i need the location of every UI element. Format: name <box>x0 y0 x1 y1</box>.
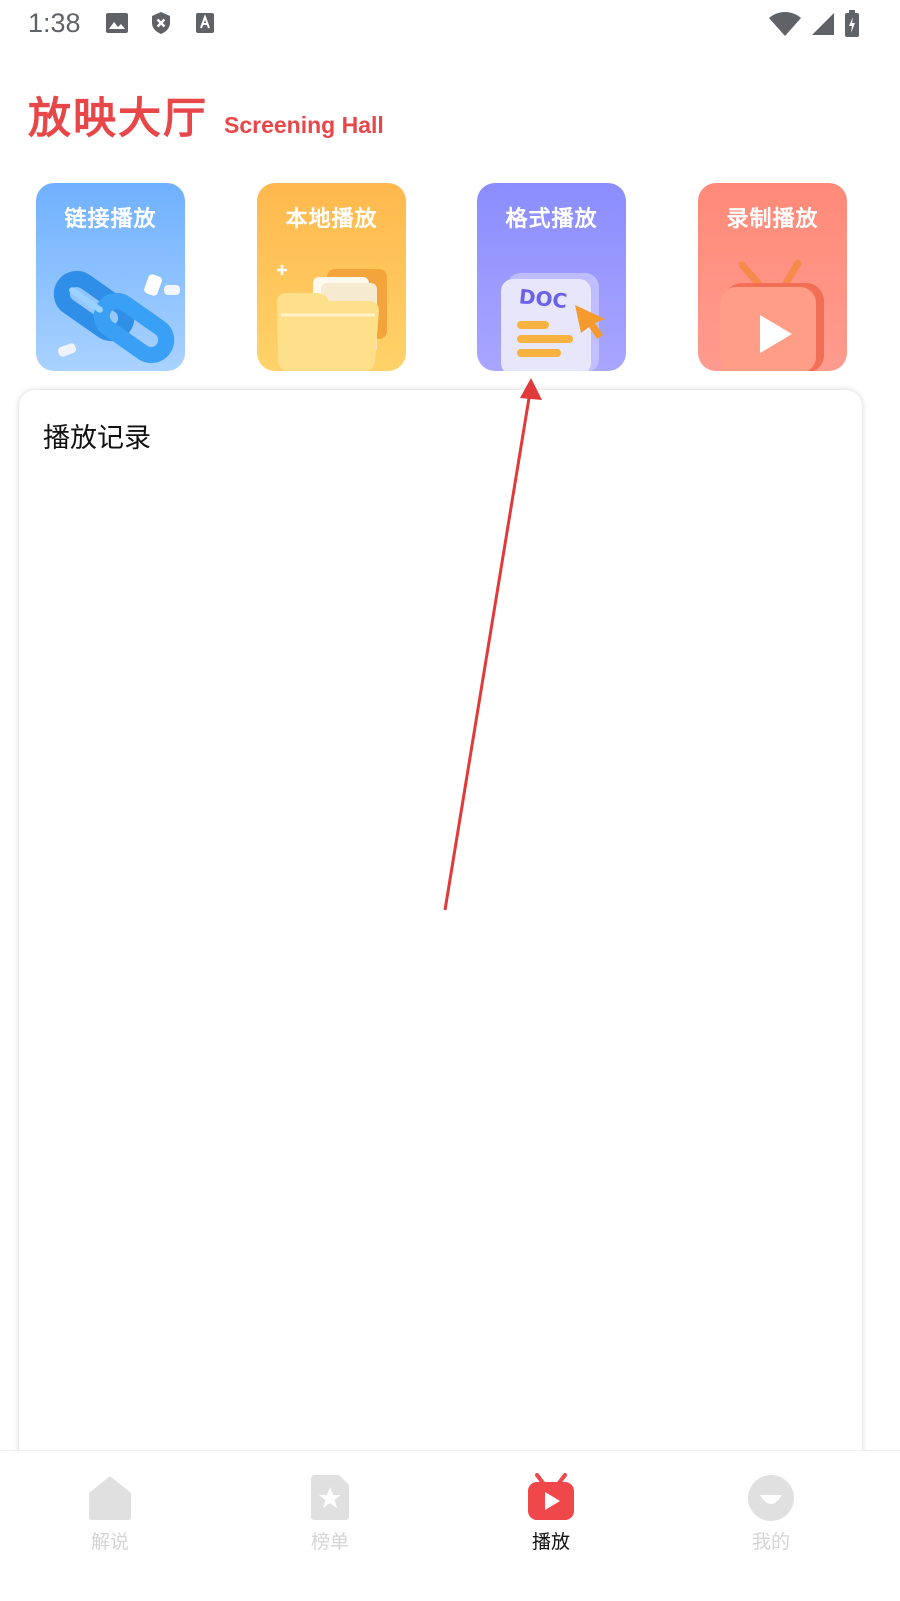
face-icon <box>748 1475 794 1521</box>
tv-play-icon <box>528 1473 574 1520</box>
nav-item-jieshuo[interactable]: 解说 <box>50 1473 170 1554</box>
nav-label: 播放 <box>531 1531 570 1553</box>
local-play-card[interactable]: 本地播放 <box>257 183 406 371</box>
record-play-card[interactable]: 录制播放 <box>698 183 847 371</box>
font-a-icon <box>192 10 218 40</box>
bottom-nav: 解说 榜单 播放 我的 <box>0 1450 900 1601</box>
nav-label: 我的 <box>751 1531 790 1553</box>
format-play-card[interactable]: 格式播放 DOC <box>477 183 626 371</box>
play-history-title: 播放记录 <box>43 423 151 454</box>
nav-item-bofang[interactable]: 播放 <box>491 1473 611 1554</box>
status-icons-left <box>104 10 218 40</box>
star-doc-icon <box>311 1475 349 1520</box>
card-label: 格式播放 <box>505 207 598 232</box>
wifi-icon <box>768 11 802 41</box>
doc-file-icon: DOC <box>501 273 605 371</box>
nav-label: 榜单 <box>310 1531 349 1553</box>
page-subtitle: Screening Hall <box>224 112 384 138</box>
status-time: 1:38 <box>28 8 81 38</box>
home-icon <box>89 1476 131 1520</box>
card-label: 录制播放 <box>726 207 819 232</box>
card-label: 链接播放 <box>64 207 157 232</box>
play-history-panel: 播放记录 <box>19 390 862 1470</box>
nav-item-bangdan[interactable]: 榜单 <box>270 1473 390 1554</box>
page-title: 放映大厅 <box>28 94 208 144</box>
link-play-card[interactable]: 链接播放 <box>36 183 185 371</box>
card-label: 本地播放 <box>285 207 378 232</box>
folder-icon <box>277 265 387 371</box>
nav-label: 解说 <box>90 1531 129 1553</box>
status-icons-right <box>768 10 860 42</box>
signal-icon <box>810 11 836 41</box>
svg-text:DOC: DOC <box>518 284 569 313</box>
nav-item-wode[interactable]: 我的 <box>711 1473 831 1554</box>
tv-play-icon <box>720 259 824 371</box>
page-header: 放映大厅 Screening Hall <box>28 84 384 146</box>
battery-charging-icon <box>844 10 860 42</box>
shield-x-icon <box>148 10 174 40</box>
chain-link-icon <box>53 270 180 364</box>
status-bar: 1:38 <box>0 0 900 48</box>
image-icon <box>104 10 130 40</box>
